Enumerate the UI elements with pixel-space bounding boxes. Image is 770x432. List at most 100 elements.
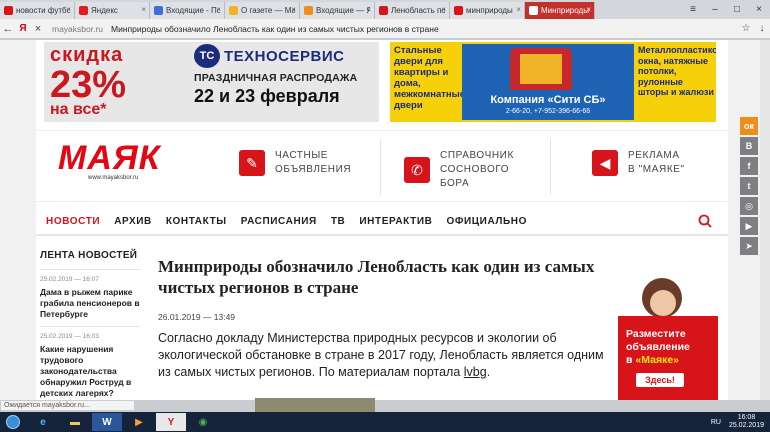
- media-icon[interactable]: ▶: [124, 413, 154, 431]
- main-nav: НОВОСТИ АРХИВ КОНТАКТЫ РАСПИСАНИЯ ТВ ИНТ…: [36, 208, 728, 236]
- ad-dates-text: 22 и 23 февраля: [194, 86, 340, 106]
- article-title: Минприроды обозначило Ленобласть как оди…: [158, 257, 595, 297]
- tab-label: Ленобласть по: [391, 6, 445, 15]
- odnoklassniki-icon[interactable]: ок: [740, 117, 758, 135]
- search-icon[interactable]: [698, 214, 712, 228]
- instagram-icon[interactable]: ◎: [740, 197, 758, 215]
- tab-strip: новости футбо × Яндекс × Входящие - Пс × О …: [0, 0, 770, 19]
- maximize-icon[interactable]: □: [726, 4, 748, 15]
- clock-time: 16:08: [737, 414, 756, 421]
- tab-close-icon[interactable]: ×: [291, 5, 296, 14]
- ad-brand-row: ТС ТЕХНОСЕРВИС: [194, 44, 374, 68]
- woman-face-icon: [650, 290, 676, 316]
- side-ad-button[interactable]: Здесь!: [636, 373, 684, 387]
- tab-close-icon[interactable]: ×: [141, 5, 146, 14]
- tab-label: новости футбо: [16, 6, 70, 15]
- chrome-icon[interactable]: ◉: [188, 413, 218, 431]
- tab-inbox-1[interactable]: Входящие - Пс ×: [150, 2, 225, 19]
- tab-label: Входящие - Пс: [166, 6, 220, 15]
- tab-close-icon[interactable]: ×: [516, 5, 521, 14]
- nav-news[interactable]: НОВОСТИ: [46, 216, 100, 227]
- nav-contacts[interactable]: КОНТАКТЫ: [166, 216, 227, 227]
- facebook-icon[interactable]: f: [740, 157, 758, 175]
- nav-schedules[interactable]: РАСПИСАНИЯ: [241, 216, 317, 227]
- close-window-icon[interactable]: ×: [748, 4, 770, 15]
- tab-news-football[interactable]: новости футбо ×: [0, 2, 75, 19]
- language-indicator[interactable]: RU: [711, 419, 721, 426]
- tab-close-icon[interactable]: ×: [366, 5, 371, 14]
- tab-close-icon[interactable]: ×: [216, 5, 221, 14]
- tab-close-icon[interactable]: ×: [66, 5, 71, 14]
- ad-company-phones: 2-66-20, +7-952-396-66-66: [505, 108, 591, 115]
- youtube-icon[interactable]: ▶: [740, 217, 758, 235]
- page-scrollbar[interactable]: [760, 40, 770, 400]
- tab-lenoblast[interactable]: Ленобласть по ×: [375, 2, 450, 19]
- ad-banner-siti-sb[interactable]: Стальные двери для квартиры и дома, межк…: [390, 42, 716, 122]
- news-item-title[interactable]: Дама в рыжем парике грабила пенсионеров …: [40, 287, 140, 320]
- menu-icon[interactable]: ≡: [682, 4, 704, 15]
- news-item-title[interactable]: Какие нарушения трудового законодательст…: [40, 344, 140, 399]
- megaphone-icon: ◀: [592, 150, 618, 176]
- app-window: новости футбо × Яндекс × Входящие - Пс × О …: [0, 0, 770, 432]
- ad-company-name: Компания «Сити СБ»: [490, 94, 606, 106]
- ad-windows-text: Металлопластиковые окна, натяжные потолк…: [638, 45, 716, 97]
- telegram-icon[interactable]: ➤: [740, 237, 758, 255]
- nav-interactive[interactable]: ИНТЕРАКТИВ: [359, 216, 432, 227]
- ad-company-block: Компания «Сити СБ» 2-66-20, +7-952-396-6…: [462, 44, 634, 120]
- vk-icon[interactable]: B: [740, 137, 758, 155]
- ad-promo-text: ПРАЗДНИЧНАЯ РАСПРОДАЖА: [194, 72, 358, 84]
- side-ad[interactable]: Разместите объявление в «Маяке» Здесь!: [618, 278, 718, 400]
- ad-discount-block: скидка 23% на все*: [50, 44, 180, 120]
- header-directory[interactable]: ✆ СПРАВОЧНИК СОСНОВОГО БОРА: [404, 149, 535, 191]
- nav-tv[interactable]: ТВ: [331, 216, 346, 227]
- stop-icon[interactable]: ×: [30, 23, 46, 35]
- twitter-icon[interactable]: t: [740, 177, 758, 195]
- tab-inbox-2[interactable]: Входящие — Я ×: [300, 2, 375, 19]
- word-icon[interactable]: W: [92, 413, 122, 431]
- tab-favicon-icon: [154, 6, 163, 15]
- header-item-label: ЧАСТНЫЕ ОБЪЯВЛЕНИЯ: [275, 149, 370, 177]
- tab-active-minprirody[interactable]: Минприроды ×: [525, 2, 595, 19]
- tab-close-icon[interactable]: ×: [441, 5, 446, 14]
- article-photo: [255, 398, 375, 412]
- header-item-line2: В "МАЯКЕ": [628, 164, 685, 175]
- tab-favicon-icon: [304, 6, 313, 15]
- nav-archive[interactable]: АРХИВ: [114, 216, 152, 227]
- nav-official[interactable]: ОФИЦИАЛЬНО: [446, 216, 527, 227]
- address-actions: ☆ ↓: [738, 23, 770, 34]
- news-item[interactable]: 25.02.2019 — 16:03 Какие нарушения трудо…: [40, 326, 140, 399]
- page-title-text[interactable]: Минприроды обозначило Ленобласть как оди…: [111, 24, 439, 34]
- tab-favicon-icon: [529, 6, 538, 15]
- ie-icon[interactable]: e: [28, 413, 58, 431]
- site-logo[interactable]: МАЯК www.mayaksbor.ru: [58, 141, 188, 181]
- tab-close-icon[interactable]: ×: [586, 5, 591, 14]
- pencil-icon: ✎: [239, 150, 265, 176]
- source-link[interactable]: lvbg: [464, 365, 487, 379]
- explorer-icon[interactable]: ▬: [60, 413, 90, 431]
- header-private-ads[interactable]: ✎ ЧАСТНЫЕ ОБЪЯВЛЕНИЯ: [239, 149, 370, 177]
- ad-banner-tehnoservis[interactable]: скидка 23% на все* ТС ТЕХНОСЕРВИС ПРАЗДН…: [44, 42, 379, 122]
- back-arrow-icon[interactable]: ←: [0, 23, 16, 35]
- start-button[interactable]: [0, 412, 26, 432]
- site-header: МАЯК www.mayaksbor.ru ✎ ЧАСТНЫЕ ОБЪЯВЛЕНИ…: [36, 130, 728, 202]
- tab-yandex[interactable]: Яндекс ×: [75, 2, 150, 19]
- yandex-logo-icon[interactable]: Я: [16, 23, 30, 34]
- side-ad-panel: Разместите объявление в «Маяке» Здесь!: [618, 316, 718, 400]
- minimize-icon[interactable]: –: [704, 4, 726, 15]
- header-item-label: РЕКЛАМА В "МАЯКЕ": [628, 149, 723, 177]
- header-advertising[interactable]: ◀ РЕКЛАМА В "МАЯКЕ": [592, 149, 723, 177]
- yandex-browser-icon[interactable]: Y: [156, 413, 186, 431]
- share-bar: ок B f t ◎ ▶ ➤: [740, 117, 758, 257]
- ad-brand-name: ТЕХНОСЕРВИС: [224, 47, 345, 65]
- page-viewport: скидка 23% на все* ТС ТЕХНОСЕРВИС ПРАЗДН…: [0, 40, 770, 400]
- tab-minprirody-search[interactable]: минприроды ×: [450, 2, 525, 19]
- clock[interactable]: 16:08 25.02.2019: [729, 414, 764, 430]
- tab-about[interactable]: О газете — Ма ×: [225, 2, 300, 19]
- bookmark-icon[interactable]: ☆: [738, 23, 754, 34]
- tab-label: Минприроды: [541, 6, 589, 15]
- url-text[interactable]: mayaksbor.ru: [52, 24, 103, 34]
- header-divider: [380, 139, 381, 195]
- download-icon[interactable]: ↓: [754, 23, 770, 34]
- windows-orb-icon: [6, 415, 20, 429]
- news-item[interactable]: 25.02.2019 — 16:07 Дама в рыжем парике г…: [40, 270, 140, 320]
